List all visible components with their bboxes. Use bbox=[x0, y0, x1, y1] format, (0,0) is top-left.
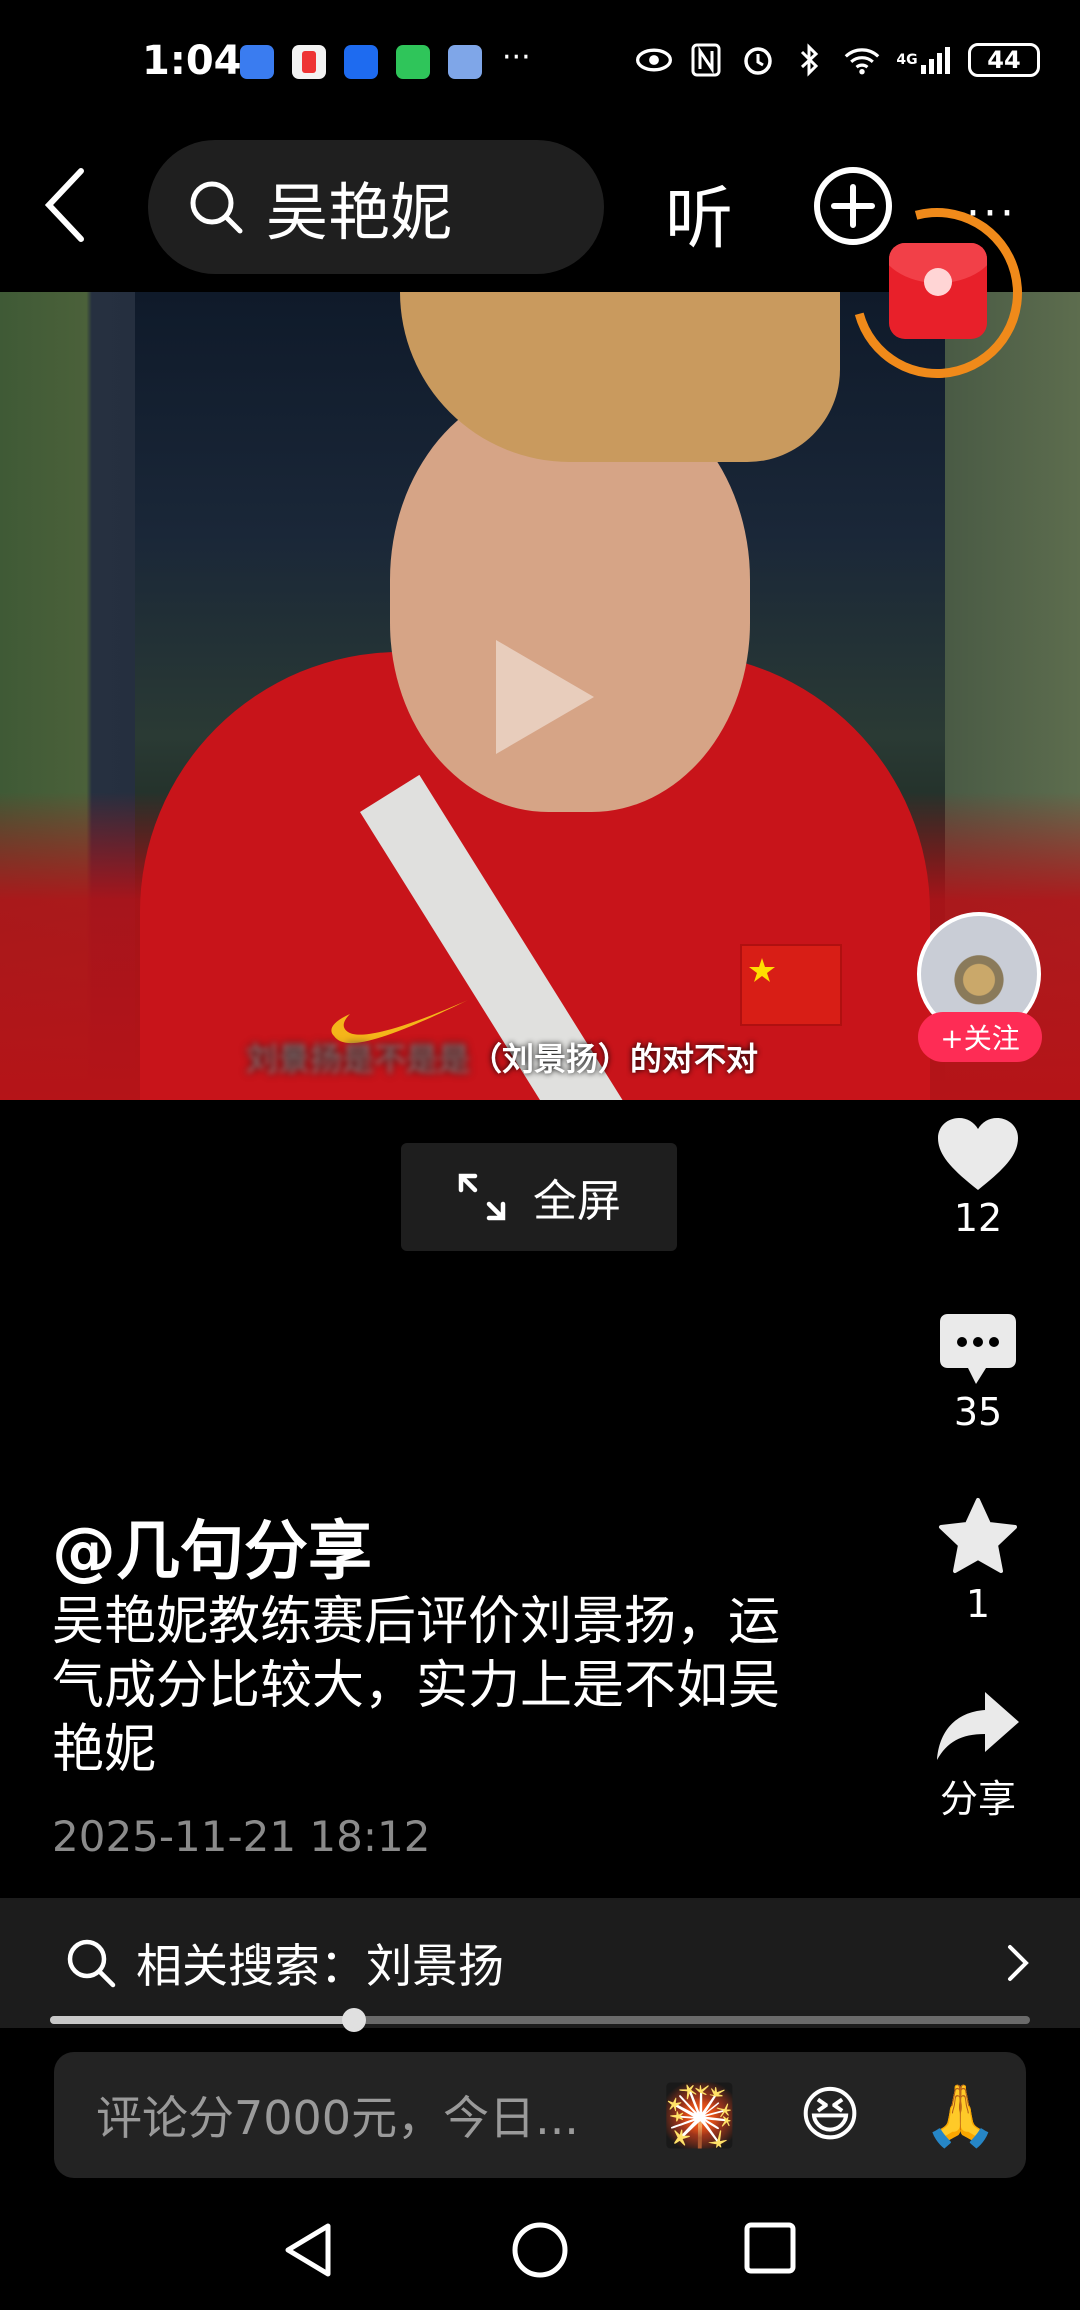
circle-home-icon bbox=[512, 2222, 568, 2278]
heart-icon bbox=[938, 1118, 1018, 1190]
alarm-icon bbox=[740, 42, 776, 78]
app-notification-icon bbox=[292, 45, 326, 79]
chevron-right-icon bbox=[1008, 1945, 1029, 1981]
status-icons: 4G 44 bbox=[636, 42, 1040, 78]
more-notifications-icon: ··· bbox=[502, 40, 531, 75]
fullscreen-button[interactable]: 全屏 bbox=[401, 1143, 677, 1251]
nav-home-button[interactable] bbox=[510, 2220, 570, 2284]
play-icon[interactable] bbox=[490, 632, 600, 766]
video-subtitle: 刘景扬是不是是（刘景扬）的对不对 bbox=[246, 1040, 759, 1078]
nav-recents-button[interactable] bbox=[742, 2220, 798, 2280]
laughing-emoji-button[interactable]: 😆 bbox=[799, 2080, 862, 2150]
comment-icon bbox=[940, 1314, 1016, 1384]
listen-button[interactable]: 听 bbox=[665, 163, 733, 262]
favorite-button[interactable]: 1 bbox=[920, 1496, 1036, 1626]
comment-input-bar[interactable]: 评论分7000元，今日... 🎇 😆 🙏 bbox=[54, 2052, 1026, 2178]
square-recents-icon bbox=[744, 2222, 796, 2274]
wifi-icon bbox=[844, 42, 880, 78]
wechat-icon bbox=[396, 45, 430, 79]
video-progress-thumb[interactable] bbox=[341, 2008, 366, 2032]
bluetooth-icon bbox=[792, 42, 828, 78]
favorite-count: 1 bbox=[965, 1582, 991, 1626]
eye-comfort-icon bbox=[636, 42, 672, 78]
search-query[interactable]: 吴艳妮 bbox=[266, 162, 452, 252]
chevron-left-icon bbox=[44, 168, 84, 242]
comment-count: 35 bbox=[953, 1390, 1003, 1434]
share-button[interactable]: 分享 bbox=[920, 1688, 1036, 1823]
nav-back-button[interactable] bbox=[282, 2220, 334, 2284]
post-timestamp: 2025-11-21 18:12 bbox=[52, 1812, 431, 1861]
search-icon bbox=[190, 181, 243, 234]
app-notification-icon bbox=[240, 45, 274, 79]
battery-indicator: 44 bbox=[968, 43, 1040, 77]
related-search-label: 相关搜索：刘景扬 bbox=[136, 1939, 504, 1993]
fullscreen-label: 全屏 bbox=[533, 1176, 621, 1227]
comment-input[interactable]: 评论分7000元，今日... bbox=[96, 2082, 662, 2148]
status-time: 1:04 bbox=[142, 38, 242, 84]
share-arrow-icon bbox=[937, 1692, 1019, 1760]
back-button[interactable] bbox=[30, 160, 100, 250]
search-icon bbox=[67, 1939, 116, 1988]
author-name[interactable]: @几句分享 bbox=[52, 1500, 372, 1592]
china-flag bbox=[740, 944, 842, 1026]
app-notification-icon bbox=[448, 45, 482, 79]
post-caption: 吴艳妮教练赛后评价刘景扬，运气成分比较大，实力上是不如吴艳妮 bbox=[52, 1592, 781, 1780]
star-icon bbox=[939, 1498, 1017, 1573]
related-search-bar[interactable]: 相关搜索：刘景扬 bbox=[0, 1898, 1080, 2028]
comment-button[interactable]: 35 bbox=[920, 1312, 1036, 1434]
video-progress-fill bbox=[50, 2016, 354, 2024]
red-packet-button[interactable] bbox=[889, 243, 987, 339]
pray-emoji-button[interactable]: 🙏 bbox=[923, 2080, 998, 2151]
like-count: 12 bbox=[953, 1196, 1003, 1240]
cellular-signal-icon: 4G bbox=[896, 42, 952, 78]
search-box[interactable]: 吴艳妮 bbox=[148, 140, 604, 274]
expand-icon bbox=[458, 1173, 506, 1221]
triangle-back-icon bbox=[285, 2223, 331, 2277]
app-notification-icon bbox=[344, 45, 378, 79]
like-button[interactable]: 12 bbox=[920, 1116, 1036, 1240]
nfc-icon bbox=[688, 42, 724, 78]
share-label: 分享 bbox=[939, 1777, 1016, 1821]
follow-button[interactable]: +关注 bbox=[918, 1012, 1042, 1062]
fireworks-emoji-button[interactable]: 🎇 bbox=[662, 2080, 737, 2151]
